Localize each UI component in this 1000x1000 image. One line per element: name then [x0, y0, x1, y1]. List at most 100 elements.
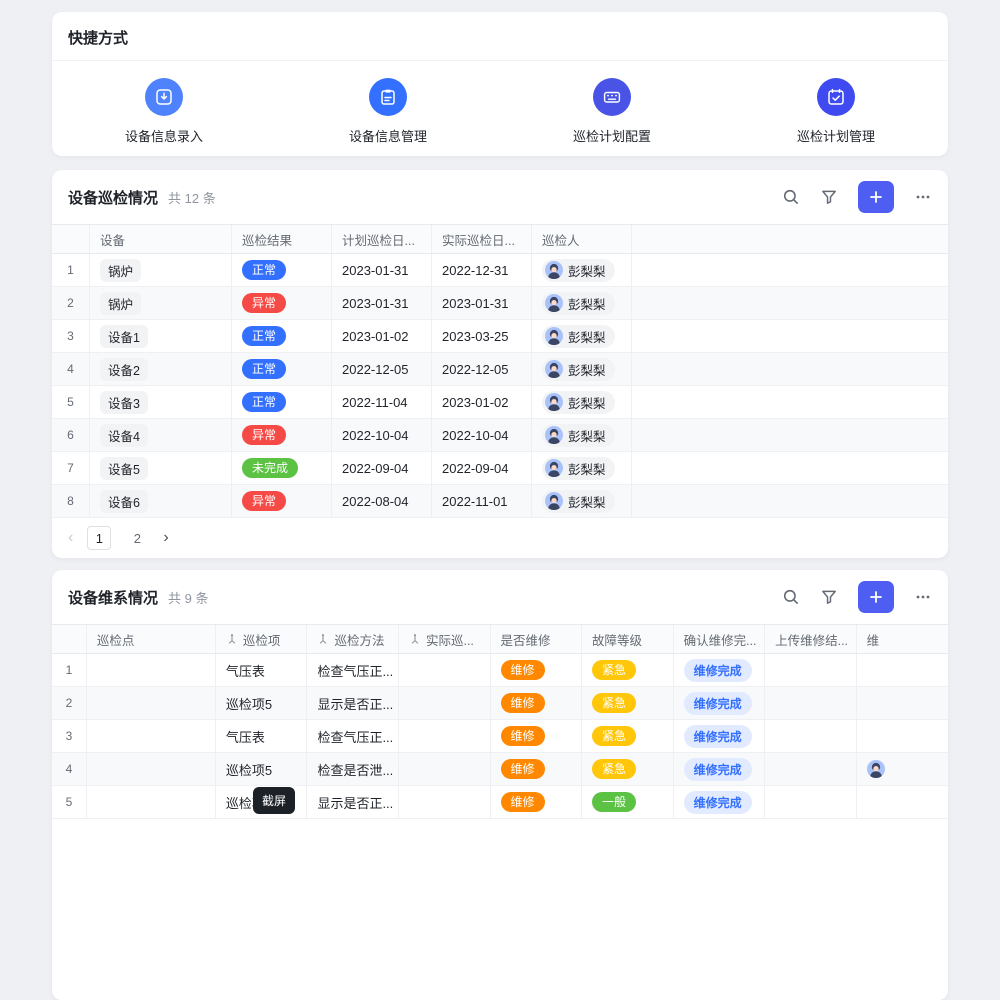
cell-point[interactable]	[87, 786, 216, 818]
cell-repair[interactable]: 维修	[491, 687, 583, 719]
pagination-prev[interactable]: ‹	[68, 529, 73, 547]
cell-confirm[interactable]: 维修完成	[674, 654, 766, 686]
cell-worker[interactable]	[857, 654, 948, 686]
column-header-device[interactable]: 设备	[90, 225, 232, 253]
cell-inspector[interactable]: 彭梨梨	[532, 287, 632, 319]
cell-planned-date[interactable]: 2022-08-04	[332, 485, 432, 517]
cell-confirm[interactable]: 维修完成	[674, 687, 766, 719]
cell-level[interactable]: 紧急	[582, 654, 674, 686]
column-header-actual-date[interactable]: 实际巡检日...	[432, 225, 532, 253]
table-row[interactable]: 1 气压表 检查气压正... 维修 紧急 维修完成	[52, 654, 948, 687]
shortcut-device-manage[interactable]: 设备信息管理	[349, 78, 427, 145]
cell-inspector[interactable]: 彭梨梨	[532, 452, 632, 484]
cell-device[interactable]: 锅炉	[90, 287, 232, 319]
add-record-button[interactable]	[858, 581, 894, 613]
column-header-worker[interactable]: 维	[857, 625, 948, 653]
cell-result[interactable]: 未完成	[232, 452, 332, 484]
cell-device[interactable]: 设备2	[90, 353, 232, 385]
cell-inspector[interactable]: 彭梨梨	[532, 353, 632, 385]
column-header-actual[interactable]: 实际巡...	[399, 625, 491, 653]
cell-actual[interactable]	[399, 654, 491, 686]
cell-worker[interactable]	[857, 687, 948, 719]
column-header-inspector[interactable]: 巡检人	[532, 225, 632, 253]
cell-inspector[interactable]: 彭梨梨	[532, 386, 632, 418]
cell-item[interactable]: 巡检项5	[216, 753, 308, 785]
cell-actual-date[interactable]: 2022-12-31	[432, 254, 532, 286]
table-row[interactable]: 7 设备5 未完成 2022-09-04 2022-09-04 彭梨梨	[52, 452, 948, 485]
column-header-point[interactable]: 巡检点	[87, 625, 216, 653]
cell-actual[interactable]	[399, 753, 491, 785]
search-icon[interactable]	[782, 188, 800, 206]
cell-confirm[interactable]: 维修完成	[674, 753, 766, 785]
more-icon[interactable]	[914, 588, 932, 606]
cell-actual-date[interactable]: 2023-03-25	[432, 320, 532, 352]
cell-planned-date[interactable]: 2023-01-31	[332, 254, 432, 286]
table-row[interactable]: 2 锅炉 异常 2023-01-31 2023-01-31 彭梨梨	[52, 287, 948, 320]
cell-point[interactable]	[87, 654, 216, 686]
cell-repair[interactable]: 维修	[491, 753, 583, 785]
cell-item[interactable]: 气压表	[216, 654, 308, 686]
cell-actual[interactable]	[399, 720, 491, 752]
add-record-button[interactable]	[858, 181, 894, 213]
cell-confirm[interactable]: 维修完成	[674, 786, 766, 818]
cell-result[interactable]: 正常	[232, 320, 332, 352]
cell-result[interactable]: 异常	[232, 287, 332, 319]
column-header-repair[interactable]: 是否维修	[491, 625, 583, 653]
cell-confirm[interactable]: 维修完成	[674, 720, 766, 752]
cell-planned-date[interactable]: 2023-01-02	[332, 320, 432, 352]
cell-device[interactable]: 设备6	[90, 485, 232, 517]
cell-repair[interactable]: 维修	[491, 654, 583, 686]
filter-icon[interactable]	[820, 188, 838, 206]
column-header-confirm[interactable]: 确认维修完...	[674, 625, 766, 653]
cell-worker[interactable]	[857, 753, 948, 785]
table-row[interactable]: 1 锅炉 正常 2023-01-31 2022-12-31 彭梨梨	[52, 254, 948, 287]
shortcut-device-entry[interactable]: 设备信息录入	[125, 78, 203, 145]
table-row[interactable]: 6 设备4 异常 2022-10-04 2022-10-04 彭梨梨	[52, 419, 948, 452]
cell-device[interactable]: 设备5	[90, 452, 232, 484]
cell-planned-date[interactable]: 2022-09-04	[332, 452, 432, 484]
cell-item[interactable]: 气压表	[216, 720, 308, 752]
cell-point[interactable]	[87, 687, 216, 719]
cell-device[interactable]: 锅炉	[90, 254, 232, 286]
cell-result[interactable]: 正常	[232, 386, 332, 418]
cell-item[interactable]: 巡检项5	[216, 687, 308, 719]
pagination-page-2[interactable]: 2	[125, 526, 149, 550]
cell-inspector[interactable]: 彭梨梨	[532, 419, 632, 451]
search-icon[interactable]	[782, 588, 800, 606]
cell-inspector[interactable]: 彭梨梨	[532, 485, 632, 517]
cell-planned-date[interactable]: 2022-12-05	[332, 353, 432, 385]
cell-device[interactable]: 设备4	[90, 419, 232, 451]
cell-level[interactable]: 紧急	[582, 753, 674, 785]
table-row[interactable]: 5 设备3 正常 2022-11-04 2023-01-02 彭梨梨	[52, 386, 948, 419]
cell-actual[interactable]	[399, 687, 491, 719]
cell-method[interactable]: 检查气压正...	[307, 720, 399, 752]
cell-worker[interactable]	[857, 720, 948, 752]
cell-actual-date[interactable]: 2022-10-04	[432, 419, 532, 451]
cell-actual[interactable]	[399, 786, 491, 818]
filter-icon[interactable]	[820, 588, 838, 606]
cell-level[interactable]: 一般	[582, 786, 674, 818]
cell-planned-date[interactable]: 2022-11-04	[332, 386, 432, 418]
table-row[interactable]: 3 气压表 检查气压正... 维修 紧急 维修完成	[52, 720, 948, 753]
cell-actual-date[interactable]: 2022-11-01	[432, 485, 532, 517]
table-row[interactable]: 4 设备2 正常 2022-12-05 2022-12-05 彭梨梨	[52, 353, 948, 386]
pagination-next[interactable]: ›	[163, 529, 168, 547]
cell-planned-date[interactable]: 2022-10-04	[332, 419, 432, 451]
cell-planned-date[interactable]: 2023-01-31	[332, 287, 432, 319]
column-header-result[interactable]: 巡检结果	[232, 225, 332, 253]
cell-actual-date[interactable]: 2023-01-02	[432, 386, 532, 418]
cell-device[interactable]: 设备1	[90, 320, 232, 352]
cell-result[interactable]: 正常	[232, 254, 332, 286]
cell-point[interactable]	[87, 753, 216, 785]
cell-method[interactable]: 检查是否泄...	[307, 753, 399, 785]
cell-upload[interactable]	[765, 720, 857, 752]
cell-inspector[interactable]: 彭梨梨	[532, 254, 632, 286]
cell-actual-date[interactable]: 2023-01-31	[432, 287, 532, 319]
column-header-planned-date[interactable]: 计划巡检日...	[332, 225, 432, 253]
more-icon[interactable]	[914, 188, 932, 206]
cell-level[interactable]: 紧急	[582, 720, 674, 752]
cell-result[interactable]: 异常	[232, 419, 332, 451]
cell-level[interactable]: 紧急	[582, 687, 674, 719]
cell-method[interactable]: 检查气压正...	[307, 654, 399, 686]
cell-upload[interactable]	[765, 786, 857, 818]
